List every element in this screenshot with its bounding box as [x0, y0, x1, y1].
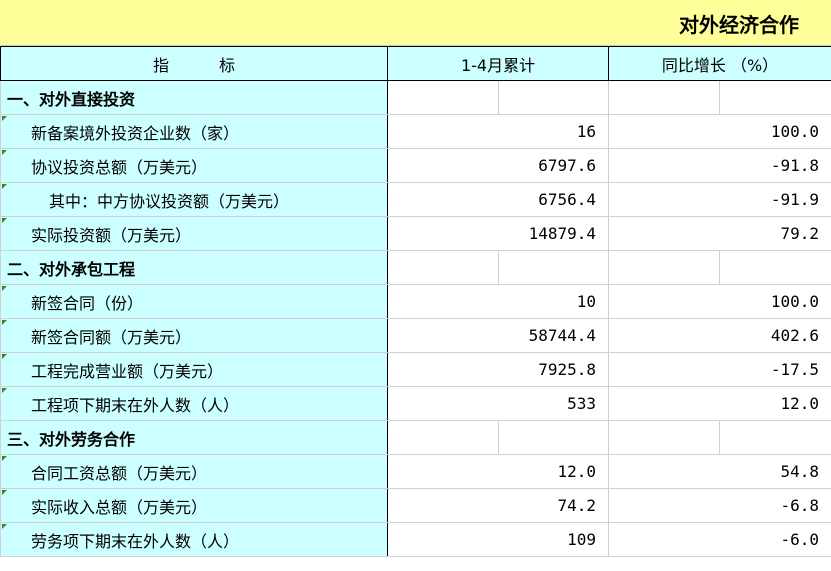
section-row: 三、对外劳务合作 — [0, 420, 831, 455]
table-row: 其中：中方协议投资额（万美元） 6756.4 -91.9 — [0, 182, 831, 217]
section-label[interactable]: 一、对外直接投资 — [0, 80, 388, 115]
table-row: 实际收入总额（万美元） 74.2 -6.8 — [0, 488, 831, 523]
row-value[interactable]: 14879.4 — [386, 216, 610, 251]
cell-marker — [2, 116, 7, 121]
section-label[interactable]: 三、对外劳务合作 — [0, 420, 388, 455]
page-title: 对外经济合作 — [679, 13, 799, 37]
empty-cell[interactable] — [387, 250, 499, 285]
row-value[interactable]: 533 — [386, 386, 610, 421]
header-indicator-right: 标 — [219, 55, 236, 75]
table-row: 工程完成营业额（万美元） 7925.8 -17.5 — [0, 352, 831, 387]
table-row: 合同工资总额（万美元） 12.0 54.8 — [0, 454, 831, 489]
empty-cell[interactable] — [719, 250, 831, 285]
row-label-text: 新签合同额（万美元） — [31, 327, 192, 347]
row-label[interactable]: 合同工资总额（万美元） — [0, 454, 388, 489]
empty-cell[interactable] — [387, 420, 499, 455]
row-value[interactable]: 10 — [386, 284, 610, 319]
header-indicator-left: 指 — [152, 55, 169, 75]
empty-cell[interactable] — [387, 80, 499, 115]
row-label-text: 实际投资额（万美元） — [31, 225, 192, 245]
table-row: 新备案境外投资企业数（家） 16 100.0 — [0, 114, 831, 149]
row-yoy[interactable]: -91.8 — [608, 148, 831, 183]
row-yoy[interactable]: 402.6 — [608, 318, 831, 353]
empty-cell[interactable] — [497, 420, 610, 455]
row-label[interactable]: 工程项下期末在外人数（人） — [0, 386, 388, 421]
row-label-text: 实际收入总额（万美元） — [31, 497, 208, 517]
row-label-text: 工程完成营业额（万美元） — [31, 361, 224, 381]
cell-marker — [2, 456, 7, 461]
empty-cell[interactable] — [608, 80, 721, 115]
row-label[interactable]: 其中：中方协议投资额（万美元） — [0, 182, 388, 217]
row-value[interactable]: 7925.8 — [386, 352, 610, 387]
header-indicator[interactable]: 指标 — [0, 46, 388, 81]
row-yoy[interactable]: 54.8 — [608, 454, 831, 489]
title-bar: 对外经济合作 — [0, 0, 831, 46]
row-value[interactable]: 16 — [386, 114, 610, 149]
cell-marker — [2, 354, 7, 359]
section-row: 二、对外承包工程 — [0, 250, 831, 285]
row-label[interactable]: 新签合同（份） — [0, 284, 388, 319]
empty-cell[interactable] — [497, 80, 610, 115]
cell-marker — [2, 524, 7, 529]
cell-marker — [2, 150, 7, 155]
empty-cell[interactable] — [719, 420, 831, 455]
table-row: 劳务项下期末在外人数（人） 109 -6.0 — [0, 522, 831, 557]
table-row: 实际投资额（万美元） 14879.4 79.2 — [0, 216, 831, 251]
row-yoy[interactable]: -91.9 — [608, 182, 831, 217]
header-yoy[interactable]: 同比增长 （%） — [608, 46, 831, 81]
section-row: 一、对外直接投资 — [0, 80, 831, 115]
row-label-text: 工程项下期末在外人数（人） — [31, 395, 240, 415]
table-row: 新签合同（份） 10 100.0 — [0, 284, 831, 319]
row-label-text: 协议投资总额（万美元） — [31, 157, 208, 177]
cell-marker — [2, 218, 7, 223]
row-label[interactable]: 协议投资总额（万美元） — [0, 148, 388, 183]
row-label[interactable]: 新备案境外投资企业数（家） — [0, 114, 388, 149]
row-yoy[interactable]: -6.0 — [608, 522, 831, 557]
empty-cell[interactable] — [497, 250, 610, 285]
empty-cell[interactable] — [608, 420, 721, 455]
row-value[interactable]: 58744.4 — [386, 318, 610, 353]
cell-marker — [2, 320, 7, 325]
row-value[interactable]: 6797.6 — [386, 148, 610, 183]
table-row: 新签合同额（万美元） 58744.4 402.6 — [0, 318, 831, 353]
row-label-text: 新备案境外投资企业数（家） — [31, 123, 240, 143]
cell-marker — [2, 184, 7, 189]
cell-marker — [2, 490, 7, 495]
table-row: 工程项下期末在外人数（人） 533 12.0 — [0, 386, 831, 421]
row-value[interactable]: 109 — [386, 522, 610, 557]
row-label-text: 新签合同（份） — [31, 293, 144, 313]
row-label[interactable]: 实际收入总额（万美元） — [0, 488, 388, 523]
empty-cell[interactable] — [719, 80, 831, 115]
data-table: 指标 1-4月累计 同比增长 （%） 一、对外直接投资 新备案境外投资企业数（家… — [0, 46, 831, 557]
row-yoy[interactable]: -17.5 — [608, 352, 831, 387]
row-yoy[interactable]: 12.0 — [608, 386, 831, 421]
row-label-text: 合同工资总额（万美元） — [31, 463, 208, 483]
cell-marker — [2, 286, 7, 291]
row-yoy[interactable]: -6.8 — [608, 488, 831, 523]
header-row: 指标 1-4月累计 同比增长 （%） — [0, 46, 831, 81]
row-value[interactable]: 12.0 — [386, 454, 610, 489]
row-yoy[interactable]: 100.0 — [608, 284, 831, 319]
empty-cell[interactable] — [608, 250, 721, 285]
row-yoy[interactable]: 79.2 — [608, 216, 831, 251]
table-row: 协议投资总额（万美元） 6797.6 -91.8 — [0, 148, 831, 183]
row-label[interactable]: 工程完成营业额（万美元） — [0, 352, 388, 387]
row-value[interactable]: 6756.4 — [386, 182, 610, 217]
row-label[interactable]: 新签合同额（万美元） — [0, 318, 388, 353]
row-yoy[interactable]: 100.0 — [608, 114, 831, 149]
row-label[interactable]: 劳务项下期末在外人数（人） — [0, 522, 388, 557]
row-label-text: 劳务项下期末在外人数（人） — [31, 531, 240, 551]
row-label[interactable]: 实际投资额（万美元） — [0, 216, 388, 251]
cell-marker — [2, 388, 7, 393]
row-value[interactable]: 74.2 — [386, 488, 610, 523]
row-label-text: 其中：中方协议投资额（万美元） — [49, 191, 290, 211]
header-cumulative[interactable]: 1-4月累计 — [386, 46, 610, 81]
section-label[interactable]: 二、对外承包工程 — [0, 250, 388, 285]
